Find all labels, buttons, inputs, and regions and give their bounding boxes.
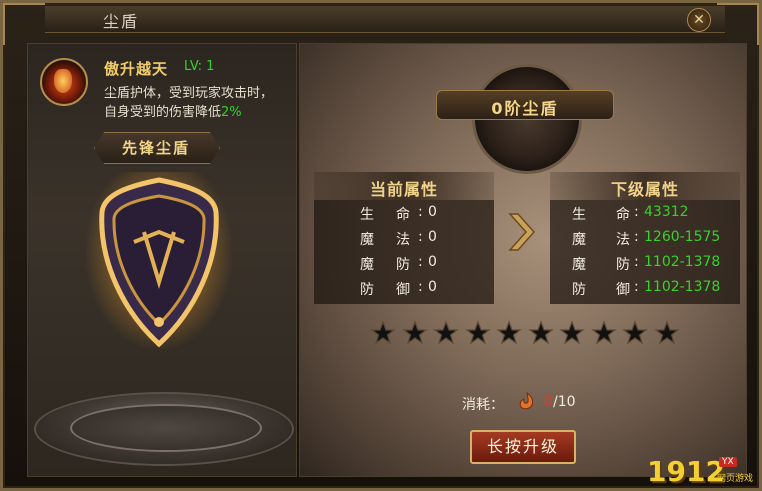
- skill-desc-line1: 尘盾护体，受到玩家攻击时，: [104, 86, 274, 101]
- star-icon: [433, 320, 459, 345]
- site-logo: 1912 YX 网页游戏: [647, 455, 759, 489]
- attr-value: 43312: [644, 204, 689, 220]
- attr-value: 0: [428, 204, 437, 220]
- skill-desc-percent: 2%: [221, 105, 242, 120]
- attr-row: 魔防:0: [360, 254, 437, 273]
- attr-label: 防: [572, 282, 586, 298]
- attr-label: 魔: [360, 257, 374, 273]
- attr-value: 0: [428, 229, 437, 245]
- skill-name: 傲升越天: [104, 60, 169, 78]
- star-icon: [591, 320, 617, 345]
- attr-label: 防: [616, 257, 630, 273]
- chevron-right-icon: [508, 213, 536, 251]
- attr-label: 命: [616, 207, 630, 223]
- tier-label: 0阶尘盾: [491, 99, 559, 118]
- attr-label: 御: [396, 282, 410, 298]
- skill-desc-line2: 自身受到的伤害降低2%: [104, 103, 296, 122]
- ornament-corner-left: [3, 3, 45, 45]
- close-icon: ✕: [693, 12, 705, 28]
- attr-label: 魔: [572, 232, 586, 248]
- cost-label: 消耗：: [462, 397, 504, 413]
- left-panel: 傲升越天 LV: 1 尘盾护体，受到玩家攻击时， 自身受到的伤害降低2% 先锋尘…: [27, 43, 297, 477]
- attr-value: 1102-1378: [644, 279, 721, 295]
- fire-skill-icon[interactable]: [40, 58, 88, 106]
- current-attrs-header: 当前属性: [314, 172, 494, 200]
- attr-label: 防: [360, 282, 374, 298]
- skill-desc-text: 自身受到的伤害降低: [104, 105, 222, 120]
- close-button[interactable]: ✕: [687, 8, 711, 32]
- window-title: 尘盾: [103, 12, 140, 31]
- attr-row: 防御:1102-1378: [572, 279, 721, 298]
- skill-level: LV: 1: [184, 59, 215, 74]
- attr-row: 生命:43312: [572, 204, 689, 223]
- tier-label-plate: 0阶尘盾: [436, 90, 614, 120]
- attr-row: 魔法:0: [360, 229, 437, 248]
- shield-display: [84, 172, 234, 352]
- attr-row: 生命:0: [360, 204, 437, 223]
- next-attrs-header: 下级属性: [550, 172, 740, 200]
- star-icon: [496, 320, 522, 345]
- attr-label: 命: [396, 207, 410, 223]
- material-icon: [519, 392, 534, 410]
- current-attrs-table: 生命:0 魔法:0 魔防:0 防御:0: [314, 200, 494, 304]
- attr-value: 1102-1378: [644, 254, 721, 270]
- attr-value: 0: [428, 254, 437, 270]
- title-bar: 尘盾 ✕: [45, 6, 725, 33]
- star-icon: [527, 320, 554, 345]
- star-rating: [370, 320, 680, 348]
- upgrade-button[interactable]: 长按升级: [470, 430, 576, 464]
- attr-label: 法: [616, 232, 630, 248]
- star-icon: [464, 320, 491, 345]
- shield-name: 先锋尘盾: [121, 139, 190, 157]
- attr-row: 魔法:1260-1575: [572, 229, 721, 248]
- current-attrs-title: 当前属性: [369, 180, 438, 199]
- attr-value: 0: [428, 279, 437, 295]
- logo-subtitle: 网页游戏: [717, 474, 754, 484]
- logo-tag: YX: [719, 457, 737, 467]
- shield-icon: [99, 177, 219, 348]
- attr-label: 魔: [572, 257, 586, 273]
- cost-current: 0: [544, 394, 553, 410]
- stone-platform: [34, 392, 294, 466]
- dialog-frame: 尘盾 ✕ 傲升越天 LV: 1 尘盾护体，受到玩家攻击时， 自身受到的伤害降低2…: [0, 0, 762, 491]
- attr-row: 防御:0: [360, 279, 437, 298]
- attr-label: 魔: [360, 232, 374, 248]
- attr-label: 防: [396, 257, 410, 273]
- attr-row: 魔防:1102-1378: [572, 254, 721, 273]
- next-attrs-table: 生命:43312 魔法:1260-1575 魔防:1102-1378 防御:11…: [550, 200, 740, 304]
- star-icon: [559, 320, 586, 345]
- star-icon: [370, 320, 396, 345]
- star-icon: [401, 320, 428, 345]
- attr-label: 生: [360, 207, 374, 223]
- attr-value: 1260-1575: [644, 229, 721, 245]
- star-icon: [622, 320, 649, 345]
- logo-text: 1912: [647, 455, 725, 488]
- right-panel: 0阶尘盾 当前属性 生命:0 魔法:0 魔防:0 防御:0 下级属性 生命:43…: [299, 43, 747, 477]
- attr-label: 生: [572, 207, 586, 223]
- attr-label: 法: [396, 232, 410, 248]
- attr-label: 御: [616, 282, 630, 298]
- cost-max: /10: [553, 394, 576, 410]
- star-icon: [654, 320, 680, 345]
- skill-description: 尘盾护体，受到玩家攻击时， 自身受到的伤害降低2%: [104, 84, 296, 122]
- next-attrs-title: 下级属性: [610, 180, 679, 199]
